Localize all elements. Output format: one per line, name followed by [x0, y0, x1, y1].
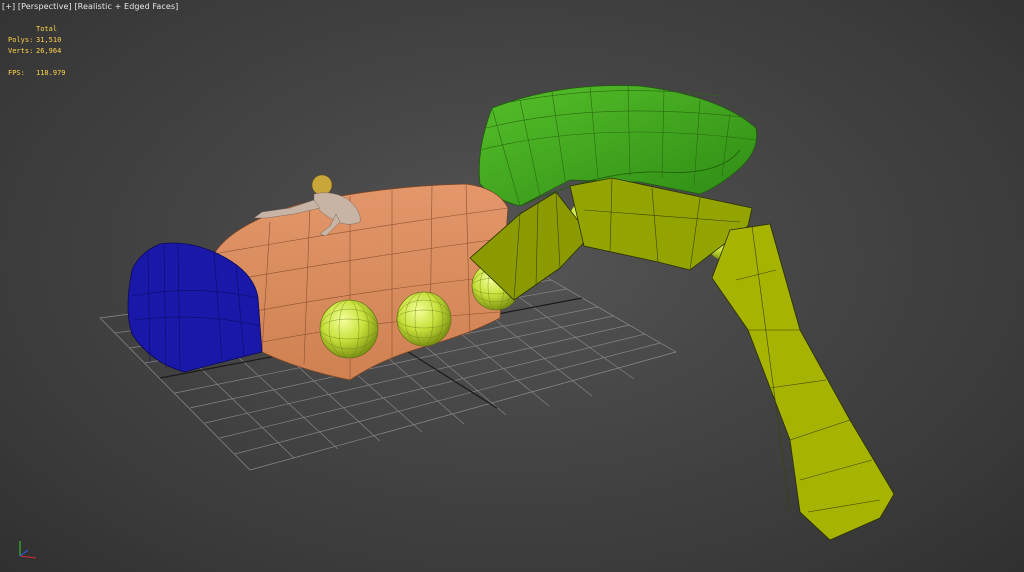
stats-fps-label: FPS: — [8, 69, 25, 77]
xyz-axis-icon — [19, 541, 37, 559]
stats-verts-label: Verts: — [8, 47, 34, 55]
stats-fps-row: FPS: 118.979 — [8, 68, 66, 79]
wheel-sphere-2[interactable] — [396, 291, 452, 347]
viewport-label[interactable]: [+] [Perspective] [Realistic + Edged Fac… — [2, 2, 178, 11]
viewport-shading-menu[interactable]: [Realistic + Edged Faces] — [74, 2, 178, 11]
wheel-sphere-1[interactable] — [319, 299, 379, 359]
stats-verts-row: Verts: 26,964 — [8, 46, 66, 57]
viewport-statistics: Total Polys: 31,510 Verts: 26,964 FPS: 1… — [8, 24, 66, 79]
stats-polys-row: Polys: 31,510 — [8, 35, 66, 46]
stats-polys-label: Polys: — [8, 36, 34, 44]
stats-fps-value: 118.979 — [36, 69, 66, 77]
viewport-view-menu[interactable]: [Perspective] — [18, 2, 72, 11]
olive-arm-lower[interactable] — [711, 223, 895, 541]
scene-canvas[interactable] — [0, 0, 1024, 572]
stats-polys-value: 31,510 — [36, 36, 62, 44]
stats-header: Total — [36, 25, 58, 33]
viewport-menu-plus[interactable]: [+] — [2, 2, 15, 11]
perspective-viewport[interactable]: [+] [Perspective] [Realistic + Edged Fac… — [0, 0, 1024, 572]
stats-verts-value: 26,964 — [36, 47, 62, 55]
